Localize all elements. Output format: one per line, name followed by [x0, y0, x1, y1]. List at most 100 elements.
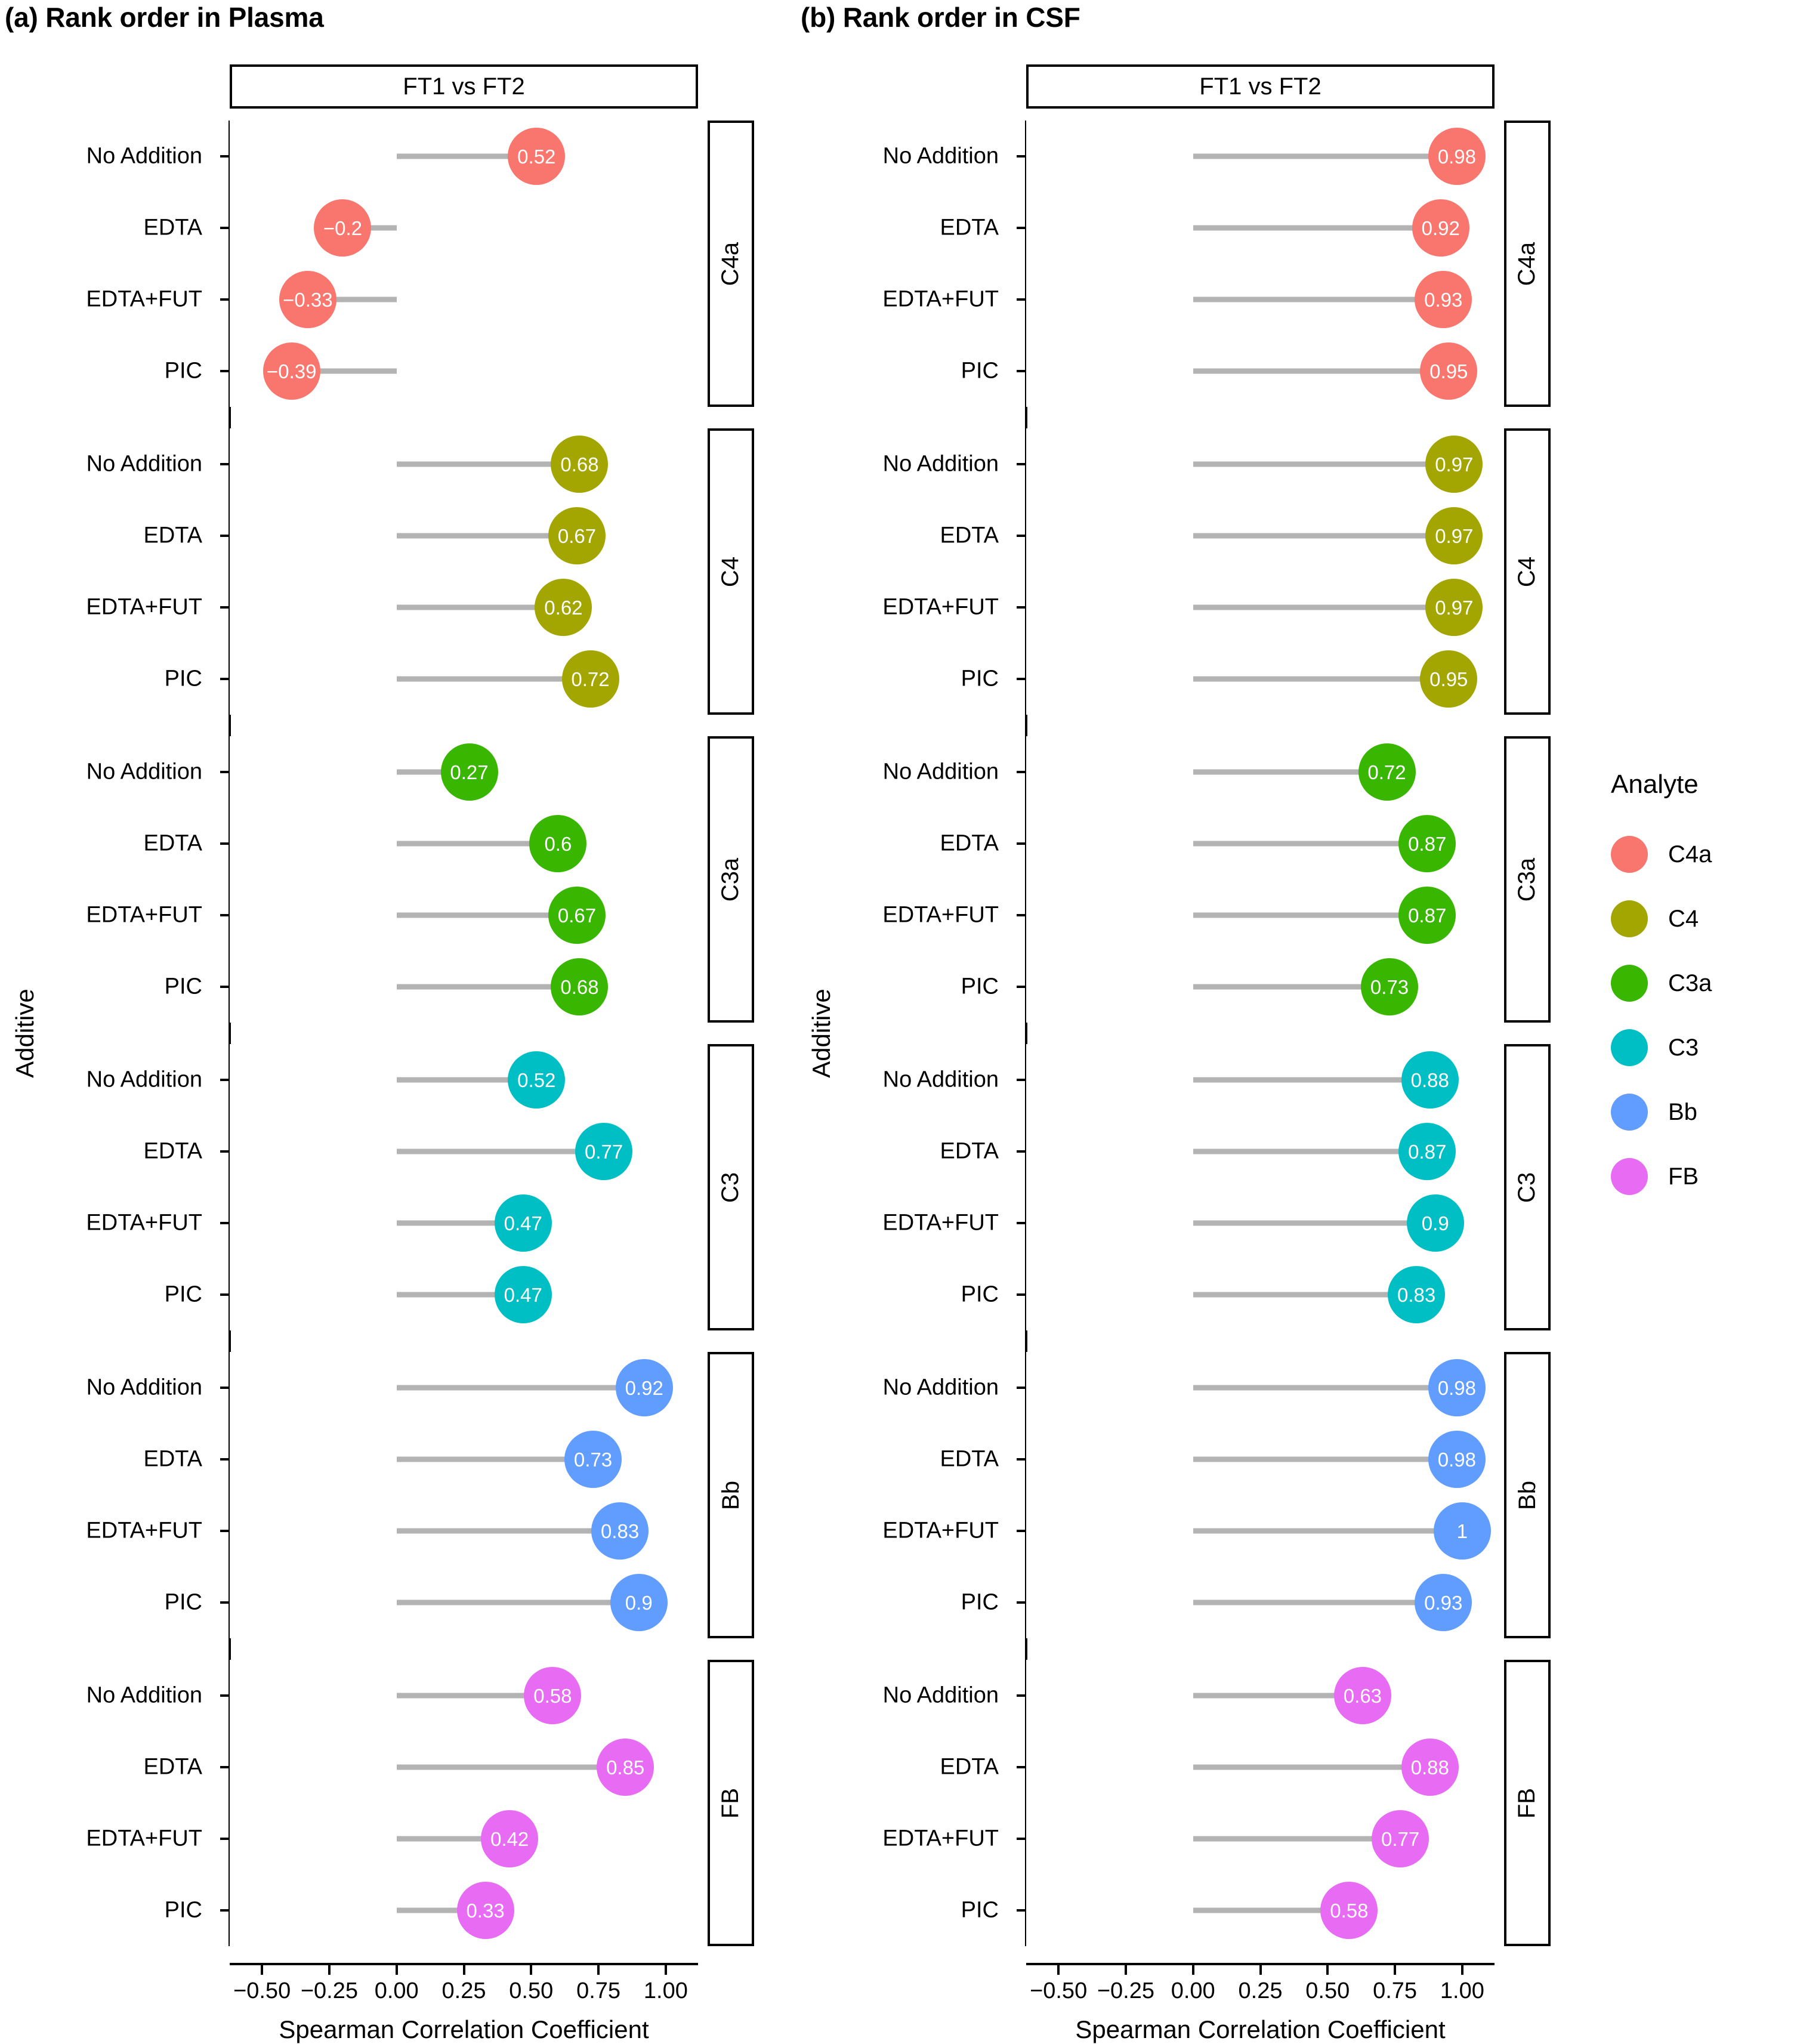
lollipop-stem [1193, 984, 1390, 990]
x-tick-label: 0.00 [374, 1978, 419, 2003]
y-tick-mark [1017, 914, 1025, 916]
x-tick-label: 0.25 [441, 1978, 486, 2003]
x-tick-label: 0.50 [1305, 1978, 1350, 2003]
data-point-fb-no-addition: 0.63 [1333, 1667, 1391, 1724]
y-tick-mark [220, 1601, 229, 1604]
legend-swatch-c3a [1611, 965, 1648, 1002]
lollipop-stem [1193, 1292, 1417, 1298]
y-tick-mark [220, 771, 229, 773]
data-point-fb-edta-fut: 0.77 [1372, 1810, 1429, 1867]
y-axis-label-edta-fut: EDTA+FUT [882, 286, 999, 312]
data-point-c4-edta: 0.97 [1425, 507, 1483, 564]
y-tick-mark [220, 606, 229, 609]
y-axis-label-edta-fut: EDTA+FUT [882, 594, 999, 620]
y-tick-mark [1017, 370, 1025, 372]
y-axis-label-no-addition: No Addition [882, 451, 999, 477]
y-tick-mark [220, 298, 229, 301]
x-tick-label: −0.50 [1030, 1978, 1088, 2003]
legend: Analyte C4a C4 C3a C3 Bb FB [1611, 770, 1790, 1209]
y-tick-mark [220, 1387, 229, 1389]
y-axis-label-edta-fut: EDTA+FUT [86, 1210, 202, 1236]
data-point-c4-no-addition: 0.68 [551, 436, 609, 493]
x-axis-title: Spearman Correlation Coefficient [279, 2015, 649, 2043]
y-tick-mark [220, 1694, 229, 1697]
lollipop-stem [1193, 604, 1455, 610]
y-axis-label-edta: EDTA [143, 215, 202, 240]
x-axis-title: Spearman Correlation Coefficient [1075, 2015, 1446, 2043]
y-tick-mark [1017, 842, 1025, 845]
legend-title: Analyte [1611, 770, 1699, 799]
lollipop-stem [396, 1764, 626, 1770]
lollipop-stem [396, 1456, 594, 1462]
lollipop-stem [1193, 1148, 1428, 1154]
y-axis-label-no-addition: No Addition [882, 143, 999, 169]
data-point-c3a-no-addition: 0.72 [1358, 743, 1416, 801]
y-axis-label-no-addition: No Addition [86, 1375, 202, 1400]
y-tick-mark [220, 155, 229, 158]
legend-item-c3[interactable]: C3 [1611, 1015, 1790, 1080]
y-axis-label-pic: PIC [961, 666, 999, 691]
x-tick-label: −0.50 [233, 1978, 291, 2003]
legend-label-c3: C3 [1668, 1034, 1699, 1061]
facet-bb: Bb No Addition 0.98 EDTA 0.98 EDTA+FUT 1 PIC 0.9… [796, 1352, 1584, 1638]
data-point-c3-pic: 0.47 [494, 1266, 552, 1323]
y-axis-label-edta-fut: EDTA+FUT [86, 286, 202, 312]
lollipop-stem [1193, 1836, 1401, 1842]
y-tick-mark [220, 1079, 229, 1081]
lollipop-stem [1193, 1456, 1457, 1462]
x-tick-label: −0.25 [300, 1978, 358, 2003]
data-point-bb-edta-fut: 1 [1433, 1502, 1491, 1560]
facet-strip-top-label: FT1 vs FT2 [1199, 73, 1321, 100]
y-tick-mark [1017, 1530, 1025, 1532]
y-axis-label-edta-fut: EDTA+FUT [882, 902, 999, 928]
y-axis-label-edta-fut: EDTA+FUT [86, 1826, 202, 1851]
legend-label-c3a: C3a [1668, 969, 1712, 996]
facet-c3a: C3a No Addition 0.27 EDTA 0.6 EDTA+FUT 0.67 PIC… [0, 736, 788, 1023]
lollipop-stem [1193, 297, 1444, 302]
y-tick-mark [1017, 1293, 1025, 1296]
y-tick-mark [220, 227, 229, 229]
data-point-fb-no-addition: 0.58 [524, 1667, 582, 1724]
facet-plot-area [230, 1044, 698, 1330]
facet-strip-label: C4 [717, 556, 744, 587]
facet-plot-area [1026, 1660, 1495, 1946]
legend-item-c3a[interactable]: C3a [1611, 951, 1790, 1015]
facet-fb: FB No Addition 0.63 EDTA 0.88 EDTA+FUT 0.77 PIC… [796, 1660, 1584, 1946]
lollipop-stem [1193, 533, 1455, 539]
legend-item-c4[interactable]: C4 [1611, 887, 1790, 951]
y-axis-label-pic: PIC [164, 1589, 202, 1615]
lollipop-stem [1193, 912, 1428, 918]
legend-label-bb: Bb [1668, 1098, 1697, 1125]
y-axis-label-pic: PIC [961, 1897, 999, 1923]
data-point-c3a-pic: 0.68 [551, 958, 609, 1015]
y-tick-mark [1017, 1766, 1025, 1768]
x-tick-mark [462, 1965, 465, 1975]
y-tick-mark [220, 463, 229, 465]
legend-item-c4a[interactable]: C4a [1611, 822, 1790, 887]
y-tick-mark [1017, 606, 1025, 609]
y-axis-label-pic: PIC [164, 1897, 202, 1923]
data-point-c4a-edta: −0.2 [314, 199, 372, 257]
data-point-c4a-pic: 0.95 [1420, 342, 1478, 400]
facet-strip-c4: C4 [1504, 428, 1551, 715]
facet-bb: Bb No Addition 0.92 EDTA 0.73 EDTA+FUT 0.83 PIC… [0, 1352, 788, 1638]
lollipop-stem [1193, 676, 1449, 682]
y-tick-mark [1017, 535, 1025, 537]
data-point-bb-no-addition: 0.98 [1428, 1359, 1486, 1416]
lollipop-stem [1193, 368, 1449, 374]
legend-item-fb[interactable]: FB [1611, 1144, 1790, 1209]
y-axis-label-edta: EDTA [940, 1754, 999, 1780]
x-tick-mark [1191, 1965, 1194, 1975]
facet-strip-label: C3a [1514, 857, 1540, 901]
x-tick-mark [530, 1965, 533, 1975]
y-axis-label-edta: EDTA [940, 215, 999, 240]
facet-strip-label: C3 [1514, 1172, 1540, 1203]
x-tick-label: 0.75 [1373, 1978, 1418, 2003]
lollipop-stem [1193, 1528, 1462, 1534]
y-tick-mark [220, 1838, 229, 1840]
data-point-c4a-edta-fut: 0.93 [1415, 271, 1472, 328]
legend-item-bb[interactable]: Bb [1611, 1080, 1790, 1144]
y-axis-label-pic: PIC [164, 1282, 202, 1307]
facet-strip-label: C4a [717, 242, 744, 286]
facet-c4: C4 No Addition 0.68 EDTA 0.67 EDTA+FUT 0.62 PIC… [0, 428, 788, 715]
